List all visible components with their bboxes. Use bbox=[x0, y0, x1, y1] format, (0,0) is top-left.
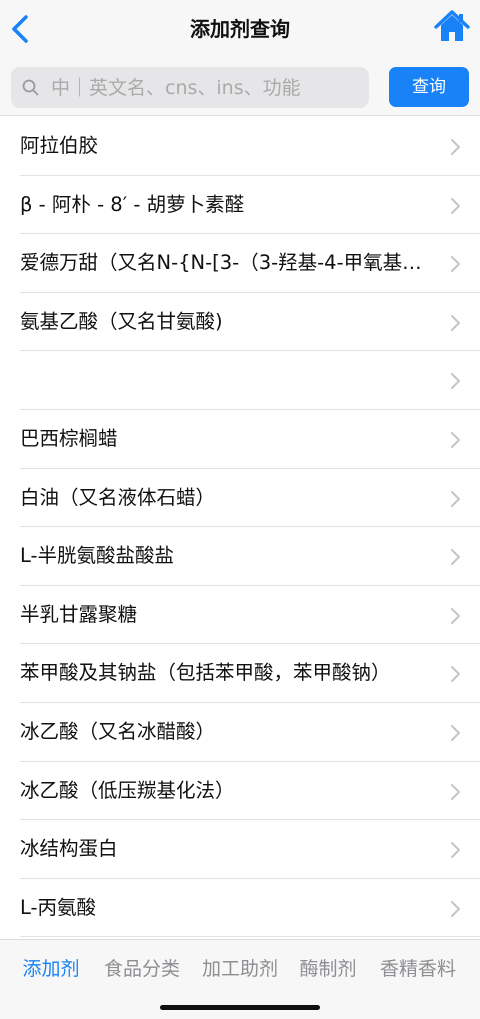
additive-list: 阿拉伯胶 β - 阿朴 - 8′ - 胡萝卜素醛爱德万甜（又名N-{N-[3-（3… bbox=[0, 117, 480, 939]
list-item[interactable]: 爱德万甜（又名N-{N-[3-（3-羟基-4-甲氧基苯基）丙基]-α-天冬氨酰}… bbox=[0, 234, 480, 293]
list-item-label: L-丙氨酸 bbox=[20, 895, 97, 919]
list-item[interactable]: L-丙氨酸 bbox=[0, 879, 480, 938]
search-icon bbox=[22, 79, 39, 96]
navigation-bar: 添加剂查询 bbox=[0, 0, 480, 58]
tab-flavors[interactable]: 香精香料 bbox=[372, 940, 464, 998]
list-item-label: 巴西棕榈蜡 bbox=[20, 426, 118, 450]
list-item[interactable]: 苯甲酸及其钠盐（包括苯甲酸，苯甲酸钠） bbox=[0, 644, 480, 703]
chevron-right-icon bbox=[451, 490, 460, 507]
tab-additives[interactable]: 添加剂 bbox=[10, 940, 92, 998]
tab-food-category[interactable]: 食品分类 bbox=[96, 940, 188, 998]
chevron-left-icon bbox=[12, 15, 28, 43]
search-box bbox=[11, 67, 369, 108]
chevron-right-icon bbox=[451, 666, 460, 683]
list-item[interactable]: 冰结构蛋白 bbox=[0, 820, 480, 879]
list-item-label: β - 阿朴 - 8′ - 胡萝卜素醛 bbox=[20, 192, 245, 216]
list-item-label: 苯甲酸及其钠盐（包括苯甲酸，苯甲酸钠） bbox=[20, 661, 391, 685]
chevron-right-icon bbox=[451, 724, 460, 741]
home-icon bbox=[434, 10, 470, 41]
back-button[interactable] bbox=[4, 9, 40, 49]
list-item[interactable]: β - 阿朴 - 8′ - 胡萝卜素醛 bbox=[0, 176, 480, 235]
list-item-label: 白油（又名液体石蜡） bbox=[20, 485, 216, 509]
home-indicator bbox=[160, 1005, 320, 1010]
chevron-right-icon bbox=[451, 197, 460, 214]
list-item[interactable]: L-半胱氨酸盐酸盐 bbox=[0, 527, 480, 586]
list-item[interactable]: 巴西棕榈蜡 bbox=[0, 410, 480, 469]
list-item[interactable]: 冰乙酸（又名冰醋酸） bbox=[0, 703, 480, 762]
tab-enzymes[interactable]: 酶制剂 bbox=[292, 940, 364, 998]
chevron-right-icon bbox=[451, 373, 460, 390]
chevron-right-icon bbox=[451, 900, 460, 917]
list-item-label: 阿拉伯胶 bbox=[20, 134, 99, 157]
list-item[interactable]: 阿拉伯胶 bbox=[0, 117, 480, 176]
list-item-label: 半乳甘露聚糖 bbox=[20, 602, 138, 626]
list-item[interactable]: 冰乙酸（低压羰基化法） bbox=[0, 762, 480, 821]
chevron-right-icon bbox=[451, 842, 460, 859]
list-item[interactable]: 半乳甘露聚糖 bbox=[0, 586, 480, 645]
chevron-right-icon bbox=[451, 607, 460, 624]
search-input[interactable] bbox=[47, 67, 341, 108]
query-button[interactable]: 查询 bbox=[389, 67, 469, 107]
tab-processing-aids[interactable]: 加工助剂 bbox=[194, 940, 286, 998]
list-item-label: 冰乙酸（又名冰醋酸） bbox=[20, 719, 216, 743]
list-item-label: 氨基乙酸（又名甘氨酸) bbox=[20, 309, 223, 333]
list-item-label: 冰结构蛋白 bbox=[20, 837, 118, 861]
chevron-right-icon bbox=[451, 256, 460, 273]
search-bar: 查询 bbox=[0, 58, 480, 116]
home-button[interactable] bbox=[434, 9, 470, 45]
list-item-label bbox=[20, 351, 434, 410]
chevron-right-icon bbox=[451, 431, 460, 448]
list-item[interactable]: 氨基乙酸（又名甘氨酸) bbox=[0, 293, 480, 352]
tab-bar: 添加剂 食品分类 加工助剂 酶制剂 香精香料 bbox=[0, 939, 480, 1019]
list-item[interactable]: 白油（又名液体石蜡） bbox=[0, 469, 480, 528]
list-item-label: 爱德万甜（又名N-{N-[3-（3-羟基-4-甲氧基苯基）丙基]-α-天冬氨酰}… bbox=[20, 251, 434, 275]
page-title: 添加剂查询 bbox=[190, 17, 290, 41]
list-item-label: 冰乙酸（低压羰基化法） bbox=[20, 778, 235, 802]
list-item-label: L-半胱氨酸盐酸盐 bbox=[20, 544, 175, 568]
chevron-right-icon bbox=[451, 139, 460, 155]
chevron-right-icon bbox=[451, 549, 460, 566]
chevron-right-icon bbox=[451, 314, 460, 331]
chevron-right-icon bbox=[451, 783, 460, 800]
list-item[interactable] bbox=[0, 351, 480, 410]
